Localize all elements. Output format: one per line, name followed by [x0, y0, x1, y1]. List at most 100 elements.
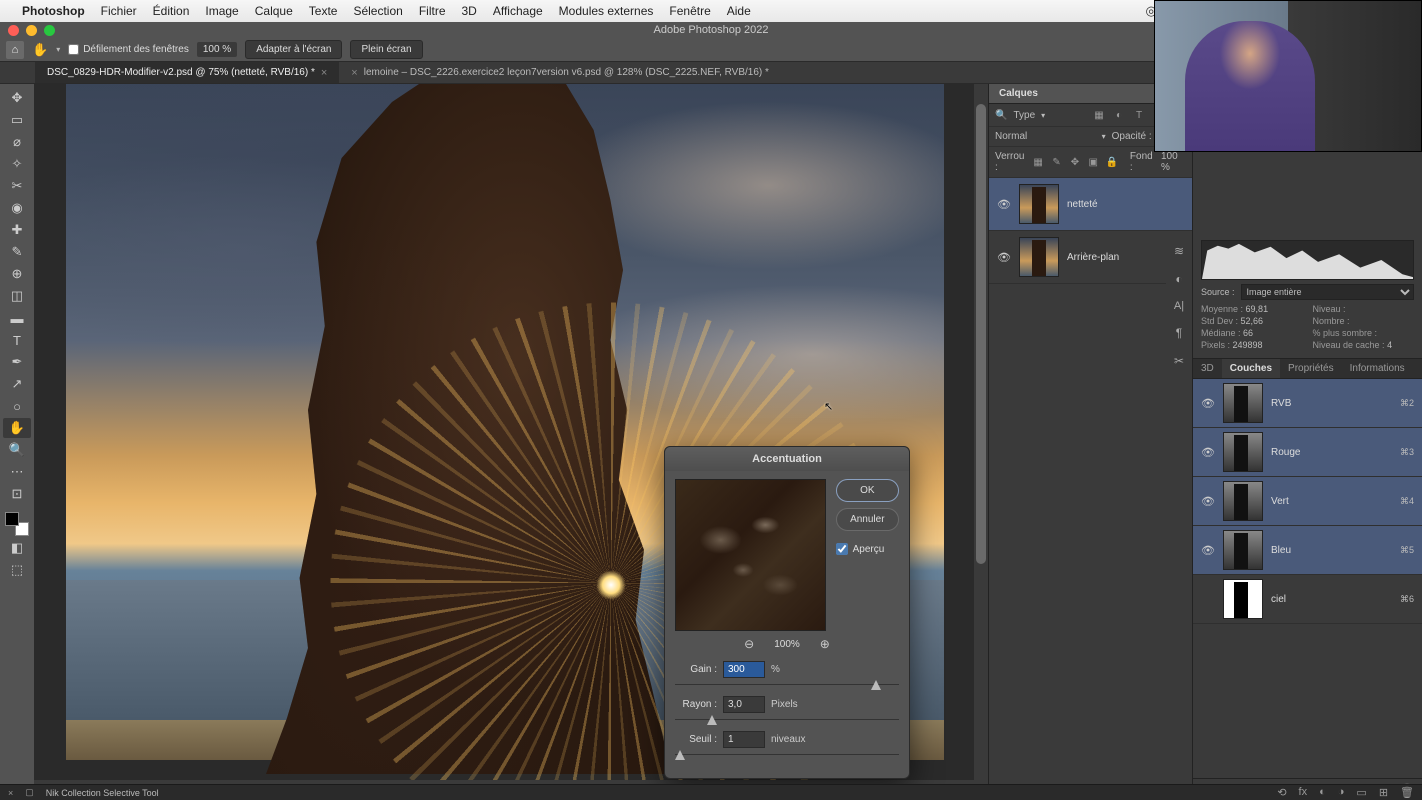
seuil-slider[interactable] [675, 750, 899, 760]
edit-toolbar[interactable]: ⊡ [3, 484, 31, 504]
channel-item[interactable]: 👁 Rouge ⌘3 [1193, 428, 1422, 477]
minimize-window[interactable] [26, 25, 37, 36]
gradient-tool[interactable]: ▬ [3, 308, 31, 328]
visibility-icon[interactable]: 👁 [997, 198, 1011, 211]
visibility-icon[interactable]: 👁 [1201, 495, 1215, 508]
filter-type[interactable]: Type [1013, 110, 1035, 121]
tab-couches[interactable]: Couches [1222, 359, 1280, 378]
channel-item[interactable]: 👁 Bleu ⌘5 [1193, 526, 1422, 575]
character-icon[interactable]: A| [1174, 300, 1184, 312]
menu-edition[interactable]: Édition [153, 4, 190, 18]
close-strip-icon[interactable]: × [8, 788, 13, 798]
zoom-window[interactable] [44, 25, 55, 36]
stamp-tool[interactable]: ⊕ [3, 264, 31, 284]
scroll-windows-checkbox[interactable]: Défilement des fenêtres [68, 44, 189, 55]
zoom-tool[interactable]: 🔍 [3, 440, 31, 460]
menu-fenetre[interactable]: Fenêtre [669, 4, 710, 18]
filter-type-icon[interactable]: T [1132, 108, 1146, 122]
path-tool[interactable]: ↗ [3, 374, 31, 394]
channel-item[interactable]: 👁 ciel ⌘6 [1193, 575, 1422, 624]
layer-item[interactable]: 👁 Arrière-plan 🔒 [989, 231, 1192, 284]
rayon-slider[interactable] [675, 715, 899, 725]
more-tools[interactable]: ⋯ [3, 462, 31, 482]
full-screen-button[interactable]: Plein écran [350, 40, 422, 59]
layer-thumbnail[interactable] [1019, 237, 1059, 277]
healing-tool[interactable]: ✚ [3, 220, 31, 240]
scroll-windows-check[interactable] [68, 44, 79, 55]
paragraph-icon[interactable]: ¶ [1176, 326, 1182, 340]
pen-tool[interactable]: ✒ [3, 352, 31, 372]
chevron-down-icon[interactable]: ▾ [1041, 111, 1045, 120]
scissors-icon[interactable]: ✂ [1174, 354, 1184, 368]
eyedropper-tool[interactable]: ◉ [3, 198, 31, 218]
footer-link-icon[interactable]: ⟲ [1277, 786, 1286, 799]
lock-position-icon[interactable]: ✥ [1069, 155, 1081, 169]
styles-icon[interactable]: ◐ [1175, 272, 1182, 286]
close-window[interactable] [8, 25, 19, 36]
hand-tool[interactable]: ✋ [3, 418, 31, 438]
menu-modules[interactable]: Modules externes [559, 4, 654, 18]
quick-mask[interactable]: ◧ [3, 538, 31, 558]
footer-fx-icon[interactable]: fx [1299, 786, 1308, 799]
close-icon[interactable]: × [321, 67, 327, 79]
dialog-preview[interactable] [675, 479, 826, 631]
wand-tool[interactable]: ✧ [3, 154, 31, 174]
lock-pixels-icon[interactable]: ▦ [1032, 155, 1044, 169]
tab-proprietes[interactable]: Propriétés [1280, 359, 1342, 378]
brush-tool[interactable]: ✎ [3, 242, 31, 262]
footer-new-icon[interactable]: ⊞ [1379, 786, 1388, 799]
ok-button[interactable]: OK [836, 479, 899, 502]
home-button[interactable]: ⌂ [6, 41, 24, 59]
doc-tab-active[interactable]: DSC_0829-HDR-Modifier-v2.psd @ 75% (nett… [35, 62, 339, 83]
preview-checkbox[interactable]: Aperçu [836, 543, 899, 555]
adjustments-icon[interactable]: ≋ [1174, 244, 1184, 258]
nik-collection-label[interactable]: Nik Collection Selective Tool [46, 788, 159, 798]
layer-name[interactable]: netteté [1067, 199, 1098, 210]
menu-aide[interactable]: Aide [727, 4, 751, 18]
chevron-down-icon[interactable]: ▾ [1102, 132, 1106, 141]
lasso-tool[interactable]: ⌀ [3, 132, 31, 152]
vertical-scrollbar[interactable] [974, 84, 988, 780]
menu-texte[interactable]: Texte [309, 4, 338, 18]
footer-adjust-icon[interactable]: ◑ [1338, 786, 1345, 799]
filter-adjust-icon[interactable]: ◐ [1112, 108, 1126, 122]
crop-tool[interactable]: ✂ [3, 176, 31, 196]
menu-3d[interactable]: 3D [462, 4, 477, 18]
screen-mode[interactable]: ⬚ [3, 560, 31, 580]
visibility-icon[interactable]: 👁 [1201, 446, 1215, 459]
tab-informations[interactable]: Informations [1342, 359, 1413, 378]
type-tool[interactable]: T [3, 330, 31, 350]
zoom-in-icon[interactable]: ⊕ [820, 637, 830, 651]
lock-brush-icon[interactable]: ✎ [1050, 155, 1062, 169]
fill-value[interactable]: 100 % [1161, 151, 1186, 173]
color-swatches[interactable] [5, 512, 29, 536]
tool-preset-dropdown[interactable]: ▾ [56, 45, 60, 54]
channel-item[interactable]: 👁 RVB ⌘2 [1193, 379, 1422, 428]
footer-trash-icon[interactable]: 🗑 [1400, 786, 1414, 799]
fit-screen-button[interactable]: Adapter à l'écran [245, 40, 342, 59]
source-select[interactable]: Image entière [1241, 284, 1414, 300]
menu-filtre[interactable]: Filtre [419, 4, 446, 18]
footer-folder-icon[interactable]: ▭ [1356, 786, 1366, 799]
zoom-field[interactable]: 100 % [197, 42, 237, 57]
marquee-tool[interactable]: ▭ [3, 110, 31, 130]
doc-tab-inactive[interactable]: × lemoine – DSC_2226.exercice2 leçon7ver… [339, 62, 781, 83]
footer-mask-icon[interactable]: ◐ [1319, 786, 1326, 799]
visibility-icon[interactable]: 👁 [1201, 397, 1215, 410]
seuil-input[interactable] [723, 731, 765, 748]
menu-app[interactable]: Photoshop [22, 4, 85, 18]
filter-image-icon[interactable]: ▦ [1092, 108, 1106, 122]
preview-check[interactable] [836, 543, 848, 555]
visibility-icon[interactable]: 👁 [1201, 544, 1215, 557]
layer-name[interactable]: Arrière-plan [1067, 252, 1119, 263]
gain-slider[interactable] [675, 680, 899, 690]
eraser-tool[interactable]: ◫ [3, 286, 31, 306]
move-tool[interactable]: ✥ [3, 88, 31, 108]
shape-tool[interactable]: ○ [3, 396, 31, 416]
menu-affichage[interactable]: Affichage [493, 4, 543, 18]
cancel-button[interactable]: Annuler [836, 508, 899, 531]
menu-image[interactable]: Image [205, 4, 238, 18]
channel-item[interactable]: 👁 Vert ⌘4 [1193, 477, 1422, 526]
layer-item[interactable]: 👁 netteté [989, 178, 1192, 231]
lock-artboard-icon[interactable]: ▣ [1087, 155, 1099, 169]
